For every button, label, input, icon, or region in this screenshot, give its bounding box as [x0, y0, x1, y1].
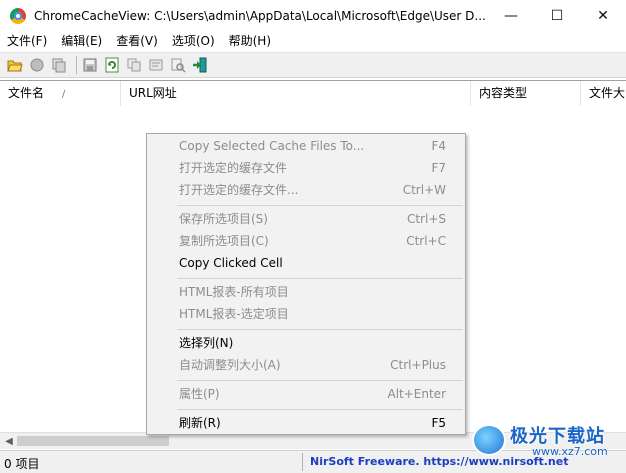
menu-separator: [177, 205, 463, 206]
column-label: 内容类型: [479, 86, 528, 100]
column-label: URL网址: [129, 86, 177, 100]
menu-item-open-cache-file[interactable]: 打开选定的缓存文件 F7: [147, 157, 465, 179]
copy-files-icon: [52, 58, 66, 73]
column-header-filename[interactable]: 文件名 /: [0, 81, 121, 106]
watermark-logo-icon: [474, 426, 504, 454]
copy-files-button[interactable]: [50, 56, 68, 74]
menu-item-label: 选择列(N): [179, 336, 234, 350]
menu-item-shortcut: F4: [431, 139, 446, 153]
find-icon: [171, 58, 186, 73]
menu-edit[interactable]: 编辑(E): [54, 31, 109, 51]
refresh-button[interactable]: [103, 56, 121, 74]
menu-item-html-report-selected[interactable]: HTML报表-选定项目: [147, 303, 465, 325]
copy-button[interactable]: [125, 56, 143, 74]
window-controls: — ☐ ✕: [488, 0, 626, 31]
menu-item-label: 复制所选项目(C): [179, 234, 269, 248]
menu-item-label: 属性(P): [179, 387, 220, 401]
menu-options[interactable]: 选项(O): [165, 31, 222, 51]
menu-item-label: 打开选定的缓存文件...: [179, 183, 299, 197]
menu-file[interactable]: 文件(F): [0, 31, 54, 51]
maximize-icon: ☐: [550, 7, 564, 24]
menu-help[interactable]: 帮助(H): [222, 31, 278, 51]
menu-item-shortcut: F5: [431, 416, 446, 430]
menu-item-auto-size-columns[interactable]: 自动调整列大小(A) Ctrl+Plus: [147, 354, 465, 376]
column-header-content-type[interactable]: 内容类型: [471, 81, 581, 106]
refresh-icon: [105, 57, 119, 73]
menu-separator: [177, 278, 463, 279]
stop-icon: [30, 58, 44, 72]
copy-icon: [127, 58, 141, 72]
scroll-left-arrow-icon[interactable]: ◀: [2, 433, 16, 450]
maximize-button[interactable]: ☐: [534, 0, 580, 31]
menu-item-copy-selected[interactable]: 复制所选项目(C) Ctrl+C: [147, 230, 465, 252]
open-folder-button[interactable]: [6, 56, 24, 74]
menu-item-shortcut: Ctrl+Plus: [390, 358, 446, 372]
menu-view[interactable]: 查看(V): [109, 31, 165, 51]
chrome-app-icon: [10, 7, 26, 24]
menu-item-label: Copy Selected Cache Files To...: [179, 139, 365, 153]
column-label: 文件大: [589, 86, 626, 100]
menu-separator: [177, 409, 463, 410]
menu-item-copy-selected-cache-files[interactable]: Copy Selected Cache Files To... F4: [147, 135, 465, 157]
menu-separator: [177, 329, 463, 330]
status-separator: [302, 453, 303, 471]
menu-bar: 文件(F) 编辑(E) 查看(V) 选项(O) 帮助(H): [0, 31, 626, 51]
scrollbar-thumb[interactable]: [17, 436, 169, 446]
find-button[interactable]: [169, 56, 187, 74]
menu-item-label: Copy Clicked Cell: [179, 256, 283, 270]
title-bar: ChromeCacheView: C:\Users\admin\AppData\…: [0, 0, 626, 31]
menu-item-properties[interactable]: 属性(P) Alt+Enter: [147, 383, 465, 405]
stop-button[interactable]: [28, 56, 46, 74]
toolbar-separator: [76, 56, 77, 74]
close-button[interactable]: ✕: [580, 0, 626, 31]
menu-item-label: 打开选定的缓存文件: [179, 161, 288, 175]
menu-item-label: HTML报表-所有项目: [179, 285, 289, 299]
watermark-url: www.xz7.com: [532, 445, 608, 458]
menu-item-label: 自动调整列大小(A): [179, 358, 281, 372]
menu-item-label: 刷新(R): [179, 416, 221, 430]
menu-item-label: 保存所选项目(S): [179, 212, 268, 226]
menu-item-shortcut: Ctrl+S: [406, 212, 446, 226]
minimize-icon: —: [504, 7, 518, 24]
toolbar: [0, 52, 626, 78]
exit-button[interactable]: [191, 56, 209, 74]
close-icon: ✕: [597, 7, 609, 24]
menu-separator: [177, 380, 463, 381]
properties-icon: [149, 59, 163, 71]
menu-item-shortcut: Ctrl+W: [402, 183, 446, 197]
menu-item-shortcut: Ctrl+C: [406, 234, 446, 248]
minimize-button[interactable]: —: [488, 0, 534, 31]
save-icon: [83, 58, 97, 72]
column-header-url[interactable]: URL网址: [121, 81, 471, 106]
menu-item-html-report-all[interactable]: HTML报表-所有项目: [147, 281, 465, 303]
menu-item-shortcut: Alt+Enter: [387, 387, 446, 401]
menu-item-shortcut: F7: [431, 161, 446, 175]
context-menu: Copy Selected Cache Files To... F4 打开选定的…: [146, 133, 466, 435]
sort-indicator-icon: /: [61, 89, 66, 100]
menu-item-choose-columns[interactable]: 选择列(N): [147, 332, 465, 354]
menu-item-label: HTML报表-选定项目: [179, 307, 289, 321]
menu-item-save-selected[interactable]: 保存所选项目(S) Ctrl+S: [147, 208, 465, 230]
item-count: 0 项目: [4, 457, 40, 471]
menu-item-refresh[interactable]: 刷新(R) F5: [147, 412, 465, 434]
watermark: 极光下载站 www.xz7.com: [470, 420, 622, 460]
properties-button[interactable]: [147, 56, 165, 74]
exit-icon: [193, 57, 207, 73]
column-label: 文件名: [8, 86, 45, 100]
window-title: ChromeCacheView: C:\Users\admin\AppData\…: [34, 8, 486, 23]
save-button[interactable]: [81, 56, 99, 74]
open-folder-icon: [7, 60, 23, 72]
menu-item-copy-clicked-cell[interactable]: Copy Clicked Cell: [147, 252, 465, 274]
column-header-file-size[interactable]: 文件大: [581, 81, 626, 106]
menu-item-open-cache-file-with[interactable]: 打开选定的缓存文件... Ctrl+W: [147, 179, 465, 201]
